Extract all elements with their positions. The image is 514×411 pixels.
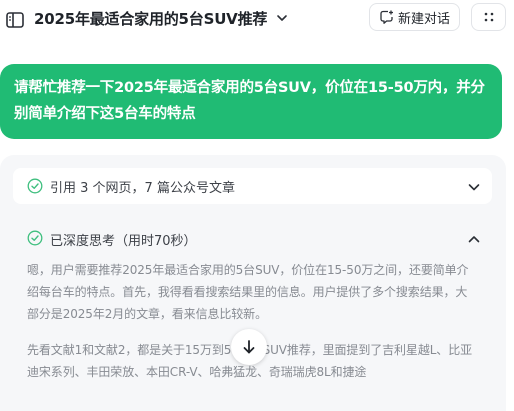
sidebar-toggle-button[interactable] [4,10,26,30]
user-message-text: 请帮忙推荐一下2025年最适合家用的5台SUV，价位在15-50万内，并分别简单… [14,80,485,122]
check-circle-icon [27,230,43,246]
deep-thinking-label: 已深度思考（用时70秒） [50,234,197,249]
more-dots-icon [484,12,493,22]
assistant-response-panel: 引用 3 个网页，7 篇公众号文章 已深度思考（用时70秒） 嗯，用户需要推荐2… [0,155,506,411]
check-circle-icon [27,178,43,194]
top-bar: 2025年最适合家用的5台SUV推荐 新建对话 [0,0,514,36]
arrow-down-icon [243,340,255,354]
deep-thinking-toggle[interactable]: 已深度思考（用时70秒） [13,227,492,251]
references-label: 引用 3 个网页，7 篇公众号文章 [50,181,235,196]
sidebar-toggle-icon [6,12,24,28]
thinking-content: 嗯，用户需要推荐2025年最适合家用的5台SUV，价位在15-50万之间，还要简… [27,259,479,397]
thinking-paragraph: 嗯，用户需要推荐2025年最适合家用的5台SUV，价位在15-50万之间，还要简… [27,263,469,321]
chevron-down-icon [468,184,480,191]
chevron-down-icon[interactable] [275,11,289,25]
new-chat-label: 新建对话 [397,11,450,27]
new-chat-icon [380,10,393,24]
references-toggle[interactable]: 引用 3 个网页，7 篇公众号文章 [13,168,492,204]
chevron-up-icon [468,236,480,243]
new-chat-button[interactable]: 新建对话 [369,3,460,31]
conversation-title[interactable]: 2025年最适合家用的5台SUV推荐 [34,8,267,29]
scroll-to-bottom-button[interactable] [231,329,267,365]
user-message-bubble: 请帮忙推荐一下2025年最适合家用的5台SUV，价位在15-50万内，并分别简单… [0,64,502,139]
more-options-button[interactable] [471,3,506,31]
